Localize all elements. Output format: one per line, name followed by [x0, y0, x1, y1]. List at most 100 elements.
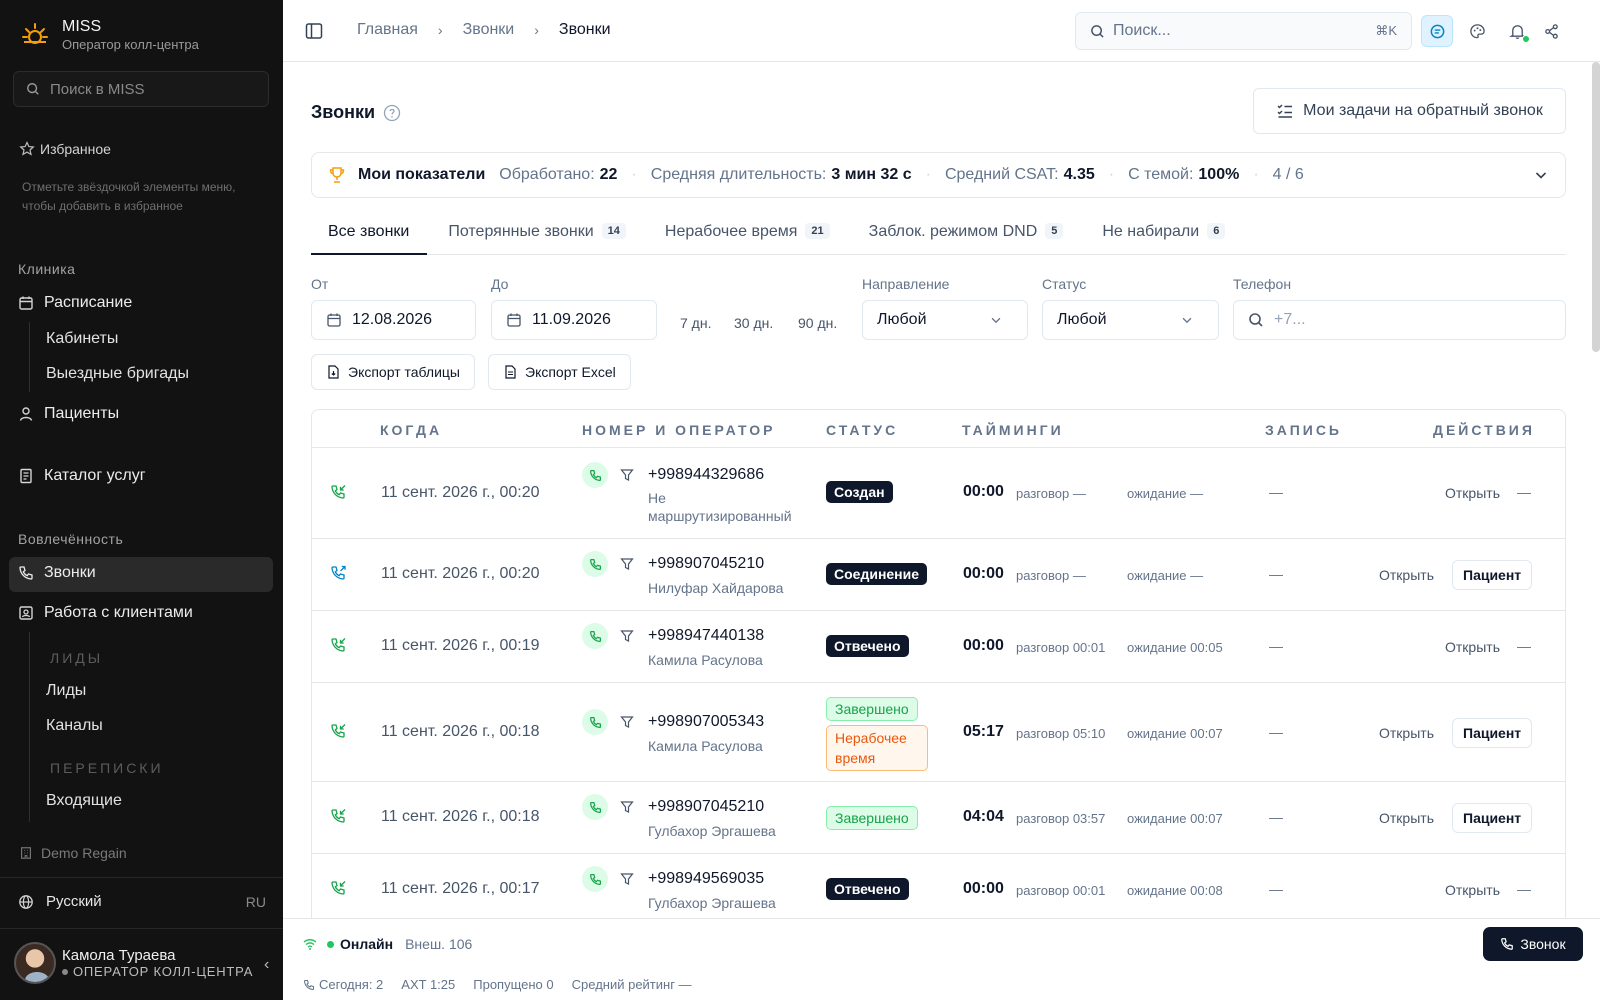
sidebar-item-calls[interactable]: Звонки — [18, 564, 96, 582]
incoming-call-icon — [331, 724, 346, 738]
talk-label: разговор — [1016, 883, 1070, 898]
call-time: 11 сент. 2026 г., 00:20 — [381, 484, 540, 501]
open-link[interactable]: Открыть — [1445, 882, 1500, 898]
language-code: RU — [245, 893, 266, 910]
column-header-number[interactable]: НОМЕР И ОПЕРАТОР — [582, 422, 775, 438]
date-to-input[interactable]: 11.09.2026 — [491, 300, 657, 340]
tree-line — [29, 632, 30, 822]
theme-button[interactable] — [1461, 15, 1493, 47]
talk-value: 05:10 — [1072, 726, 1106, 741]
phone-number[interactable]: +998944329686 — [648, 466, 764, 484]
incoming-call-icon — [331, 638, 346, 652]
sidebar-item-channels[interactable]: Каналы — [46, 717, 103, 735]
search-shortcut: ⌘K — [1375, 23, 1397, 38]
funnel-icon[interactable] — [620, 468, 634, 482]
open-link[interactable]: Открыть — [1379, 567, 1434, 583]
notifications-button[interactable] — [1501, 15, 1533, 47]
status-select[interactable]: Любой — [1042, 300, 1219, 340]
sidebar-item-schedule[interactable]: Расписание — [18, 294, 132, 312]
funnel-icon[interactable] — [620, 800, 634, 814]
funnel-icon[interactable] — [620, 629, 634, 643]
operator-name: Гулбахор Эргашева — [648, 895, 776, 911]
record-cell: — — [1269, 724, 1283, 740]
column-header-timings[interactable]: ТАЙМИНГИ — [962, 422, 1064, 438]
table-row[interactable]: 11 сент. 2026 г., 00:18 +998907005343 Ка… — [312, 682, 1565, 781]
kpi-page-counter: 4 / 6 — [1272, 166, 1304, 183]
phone-number[interactable]: +998947440138 — [648, 627, 764, 645]
open-link[interactable]: Открыть — [1379, 810, 1434, 826]
phone-input[interactable]: +7... — [1233, 300, 1566, 340]
help-circle-icon[interactable] — [383, 104, 401, 122]
talk-label: разговор — [1016, 486, 1070, 501]
column-header-when[interactable]: КОГДА — [380, 422, 442, 438]
talk-label: разговор — [1016, 640, 1070, 655]
funnel-icon[interactable] — [620, 557, 634, 571]
tab-not-dialed[interactable]: Не набирали 6 — [1085, 217, 1243, 255]
language-switch[interactable]: Русский RU — [18, 893, 266, 910]
table-row[interactable]: 11 сент. 2026 г., 00:19 +998947440138 Ка… — [312, 610, 1565, 682]
brand[interactable]: MISS Оператор колл-центра — [20, 17, 199, 53]
quick-range-30[interactable]: 30 дн. — [734, 315, 773, 331]
sidebar-item-catalog[interactable]: Каталог услуг — [18, 467, 146, 485]
quick-range-90[interactable]: 90 дн. — [798, 315, 837, 331]
breadcrumb-current: Звонки — [558, 21, 611, 38]
region-switch[interactable]: Demo Regain — [19, 845, 127, 861]
funnel-icon[interactable] — [620, 872, 634, 886]
message-icon — [1430, 24, 1444, 38]
direction-select[interactable]: Любой — [862, 300, 1028, 340]
sidebar-item-leads[interactable]: Лиды — [46, 682, 86, 700]
user-profile[interactable]: Камола Тураева ОПЕРАТОР КОЛЛ-ЦЕНТРА — [14, 942, 253, 984]
column-header-status[interactable]: СТАТУС — [826, 422, 898, 438]
phone-number[interactable]: +998907005343 — [648, 713, 764, 731]
open-link[interactable]: Открыть — [1445, 639, 1500, 655]
patient-button[interactable]: Пациент — [1452, 718, 1533, 748]
chevron-left-icon[interactable]: ‹ — [264, 956, 269, 974]
sidebar-item-clients[interactable]: Работа с клиентами — [18, 604, 193, 622]
chevron-down-icon[interactable] — [1533, 167, 1549, 183]
patient-button[interactable]: Пациент — [1452, 803, 1533, 833]
funnel-icon[interactable] — [620, 715, 634, 729]
table-row[interactable]: 11 сент. 2026 г., 00:18 +998907045210 Гу… — [312, 781, 1565, 853]
sidebar-search-input[interactable]: Поиск в MISS — [13, 71, 269, 107]
export-excel-button[interactable]: Экспорт Excel — [488, 354, 631, 390]
call-button[interactable]: Звонок — [1483, 927, 1583, 961]
table-row[interactable]: 11 сент. 2026 г., 00:20 +998944329686 Не… — [312, 447, 1565, 538]
table-row[interactable]: 11 сент. 2026 г., 00:20 +998907045210 Ни… — [312, 538, 1565, 610]
global-search-input[interactable]: Поиск... ⌘K — [1075, 12, 1412, 50]
tab-dnd-blocked[interactable]: Заблок. режимом DND 5 — [852, 217, 1082, 255]
tab-lost-calls[interactable]: Потерянные звонки 14 — [431, 217, 644, 255]
tab-off-hours[interactable]: Нерабочее время 21 — [648, 217, 848, 255]
phone-number[interactable]: +998907045210 — [648, 798, 764, 816]
sidebar-item-field-teams[interactable]: Выездные бригады — [46, 365, 189, 383]
date-from-value: 12.08.2026 — [352, 311, 433, 328]
operator-status[interactable]: Онлайн Внеш. 106 — [303, 936, 472, 952]
patient-button[interactable]: Пациент — [1452, 560, 1533, 590]
kpi-csat-value: 4.35 — [1063, 166, 1095, 183]
phone-label: Телефон — [1233, 276, 1292, 292]
page-title: Звонки — [311, 102, 401, 123]
phone-number[interactable]: +998949569035 — [648, 870, 764, 888]
sidebar-toggle-icon[interactable] — [305, 22, 323, 40]
date-from-input[interactable]: 12.08.2026 — [311, 300, 476, 340]
wait-value: 00:05 — [1190, 640, 1223, 655]
export-table-button[interactable]: Экспорт таблицы — [311, 354, 475, 390]
sidebar-item-patients[interactable]: Пациенты — [18, 405, 119, 423]
table-row[interactable]: 11 сент. 2026 г., 00:17 +998949569035 Гу… — [312, 853, 1565, 925]
record-cell: — — [1269, 881, 1283, 897]
open-link[interactable]: Открыть — [1445, 485, 1500, 501]
callback-tasks-button[interactable]: Мои задачи на обратный звонок — [1253, 88, 1566, 134]
sidebar-item-inbox[interactable]: Входящие — [46, 792, 122, 810]
chat-button[interactable] — [1421, 15, 1453, 47]
quick-range-7[interactable]: 7 дн. — [680, 315, 711, 331]
operator-stats: Сегодня: 2 AXT 1:25 Пропущено 0 Средний … — [303, 977, 710, 992]
phone-number[interactable]: +998907045210 — [648, 555, 764, 573]
sidebar-item-cabinets[interactable]: Кабинеты — [46, 330, 118, 348]
breadcrumb-calls[interactable]: Звонки — [463, 21, 515, 39]
share-button[interactable] — [1535, 15, 1567, 47]
sidebar: MISS Оператор колл-центра Поиск в MISS И… — [0, 0, 283, 1000]
tab-all-calls[interactable]: Все звонки — [311, 217, 428, 255]
breadcrumb-home[interactable]: Главная — [357, 21, 418, 39]
column-header-record[interactable]: ЗАПИСЬ — [1265, 422, 1342, 438]
kpi-panel[interactable]: Мои показатели Обработано: 22 · Средняя д… — [311, 152, 1566, 198]
open-link[interactable]: Открыть — [1379, 725, 1434, 741]
